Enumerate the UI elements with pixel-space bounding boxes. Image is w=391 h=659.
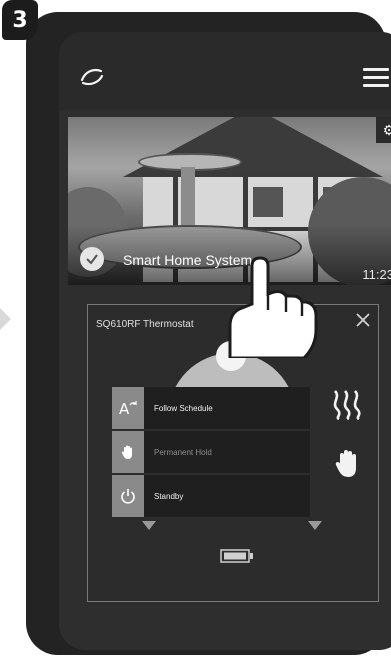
system-time-label: 11:23 (362, 267, 391, 282)
decrease-arrow-icon[interactable] (142, 521, 156, 530)
s-logo-icon[interactable] (79, 66, 105, 88)
hand-icon (112, 431, 144, 473)
power-icon (112, 475, 144, 517)
mode-item-follow-schedule[interactable]: A Follow Schedule (112, 387, 310, 429)
mode-menu: A Follow Schedule Permanent Hold Standby (112, 387, 310, 519)
heat-waves-icon (333, 390, 361, 421)
mode-item-standby[interactable]: Standby (112, 475, 310, 517)
hand-icon (335, 450, 356, 477)
gear-icon[interactable]: ⚙ (376, 117, 391, 143)
mode-label: Permanent Hold (144, 431, 310, 473)
step-arrow-indicator (0, 308, 11, 330)
close-icon[interactable] (354, 311, 372, 329)
mode-item-permanent-hold[interactable]: Permanent Hold (112, 431, 310, 473)
check-circle-icon (80, 247, 104, 271)
phone-frame: ⚙ Smart Home System 11:23 SQ610RF Thermo… (26, 12, 391, 655)
increase-arrow-icon[interactable] (308, 521, 322, 530)
thermostat-title: SQ610RF Thermostat (96, 319, 194, 330)
step-number-badge: 3 (2, 0, 38, 40)
auto-schedule-icon: A (112, 387, 144, 429)
pointing-hand-icon (228, 256, 318, 358)
svg-text:A: A (119, 400, 130, 417)
mode-label: Follow Schedule (144, 387, 310, 429)
mode-label: Standby (144, 475, 310, 517)
app-header (59, 32, 391, 110)
battery-icon (220, 549, 253, 563)
hamburger-menu-icon[interactable] (363, 68, 389, 87)
